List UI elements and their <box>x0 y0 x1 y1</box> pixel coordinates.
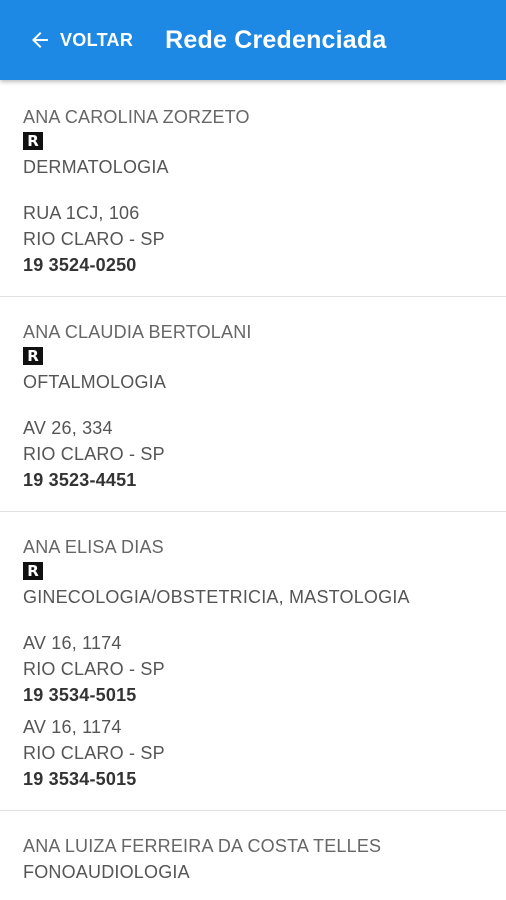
arrow-left-icon <box>28 28 52 52</box>
phone-number[interactable]: 19 3534-5015 <box>23 766 483 792</box>
address-city: RIO CLARO - SP <box>23 229 165 249</box>
back-button[interactable]: VOLTAR <box>28 18 133 62</box>
page-title: Rede Credenciada <box>165 25 387 54</box>
provider-card[interactable]: ANA LUIZA FERREIRA DA COSTA TELLES FONOA… <box>0 811 506 900</box>
app-bar: VOLTAR Rede Credenciada <box>0 0 506 80</box>
phone-number[interactable]: 19 3524-0250 <box>23 252 483 278</box>
address-block: AV 26, 334 RIO CLARO - SP 19 3523-4451 <box>23 415 483 493</box>
registered-badge-icon: R <box>23 347 43 365</box>
registered-badge-icon: R <box>23 132 43 150</box>
address-street: RUA 1CJ, 106 <box>23 203 140 223</box>
provider-card[interactable]: ANA CAROLINA ZORZETO R DERMATOLOGIA RUA … <box>0 80 506 297</box>
provider-name: ANA CAROLINA ZORZETO <box>23 107 250 127</box>
address-street: AV 26, 334 <box>23 418 113 438</box>
provider-specialty: FONOAUDIOLOGIA <box>23 862 190 882</box>
provider-name: ANA LUIZA FERREIRA DA COSTA TELLES <box>23 836 382 856</box>
provider-card[interactable]: ANA CLAUDIA BERTOLANI R OFTALMOLOGIA AV … <box>0 297 506 512</box>
address-block: AV 16, 1174 RIO CLARO - SP 19 3534-5015 <box>23 630 483 708</box>
address-street: AV 16, 1174 <box>23 717 122 737</box>
provider-specialty: DERMATOLOGIA <box>23 157 169 177</box>
phone-number[interactable]: 19 3534-5015 <box>23 682 483 708</box>
address-city: RIO CLARO - SP <box>23 444 165 464</box>
address-street: AV 16, 1174 <box>23 633 122 653</box>
provider-name: ANA CLAUDIA BERTOLANI <box>23 322 252 342</box>
provider-list[interactable]: ANA CAROLINA ZORZETO R DERMATOLOGIA RUA … <box>0 80 506 900</box>
address-city: RIO CLARO - SP <box>23 659 165 679</box>
back-button-label: VOLTAR <box>60 29 134 50</box>
provider-specialty: OFTALMOLOGIA <box>23 372 167 392</box>
phone-number[interactable]: 19 3523-4451 <box>23 467 483 493</box>
provider-card[interactable]: ANA ELISA DIAS R GINECOLOGIA/OBSTETRICIA… <box>0 512 506 811</box>
address-city: RIO CLARO - SP <box>23 743 165 763</box>
registered-badge-icon: R <box>23 562 43 580</box>
provider-name: ANA ELISA DIAS <box>23 537 164 557</box>
address-block: RUA 1CJ, 106 RIO CLARO - SP 19 3524-0250 <box>23 200 483 278</box>
address-block: AV 16, 1174 RIO CLARO - SP 19 3534-5015 <box>23 714 483 792</box>
provider-specialty: GINECOLOGIA/OBSTETRICIA, MASTOLOGIA <box>23 587 410 607</box>
